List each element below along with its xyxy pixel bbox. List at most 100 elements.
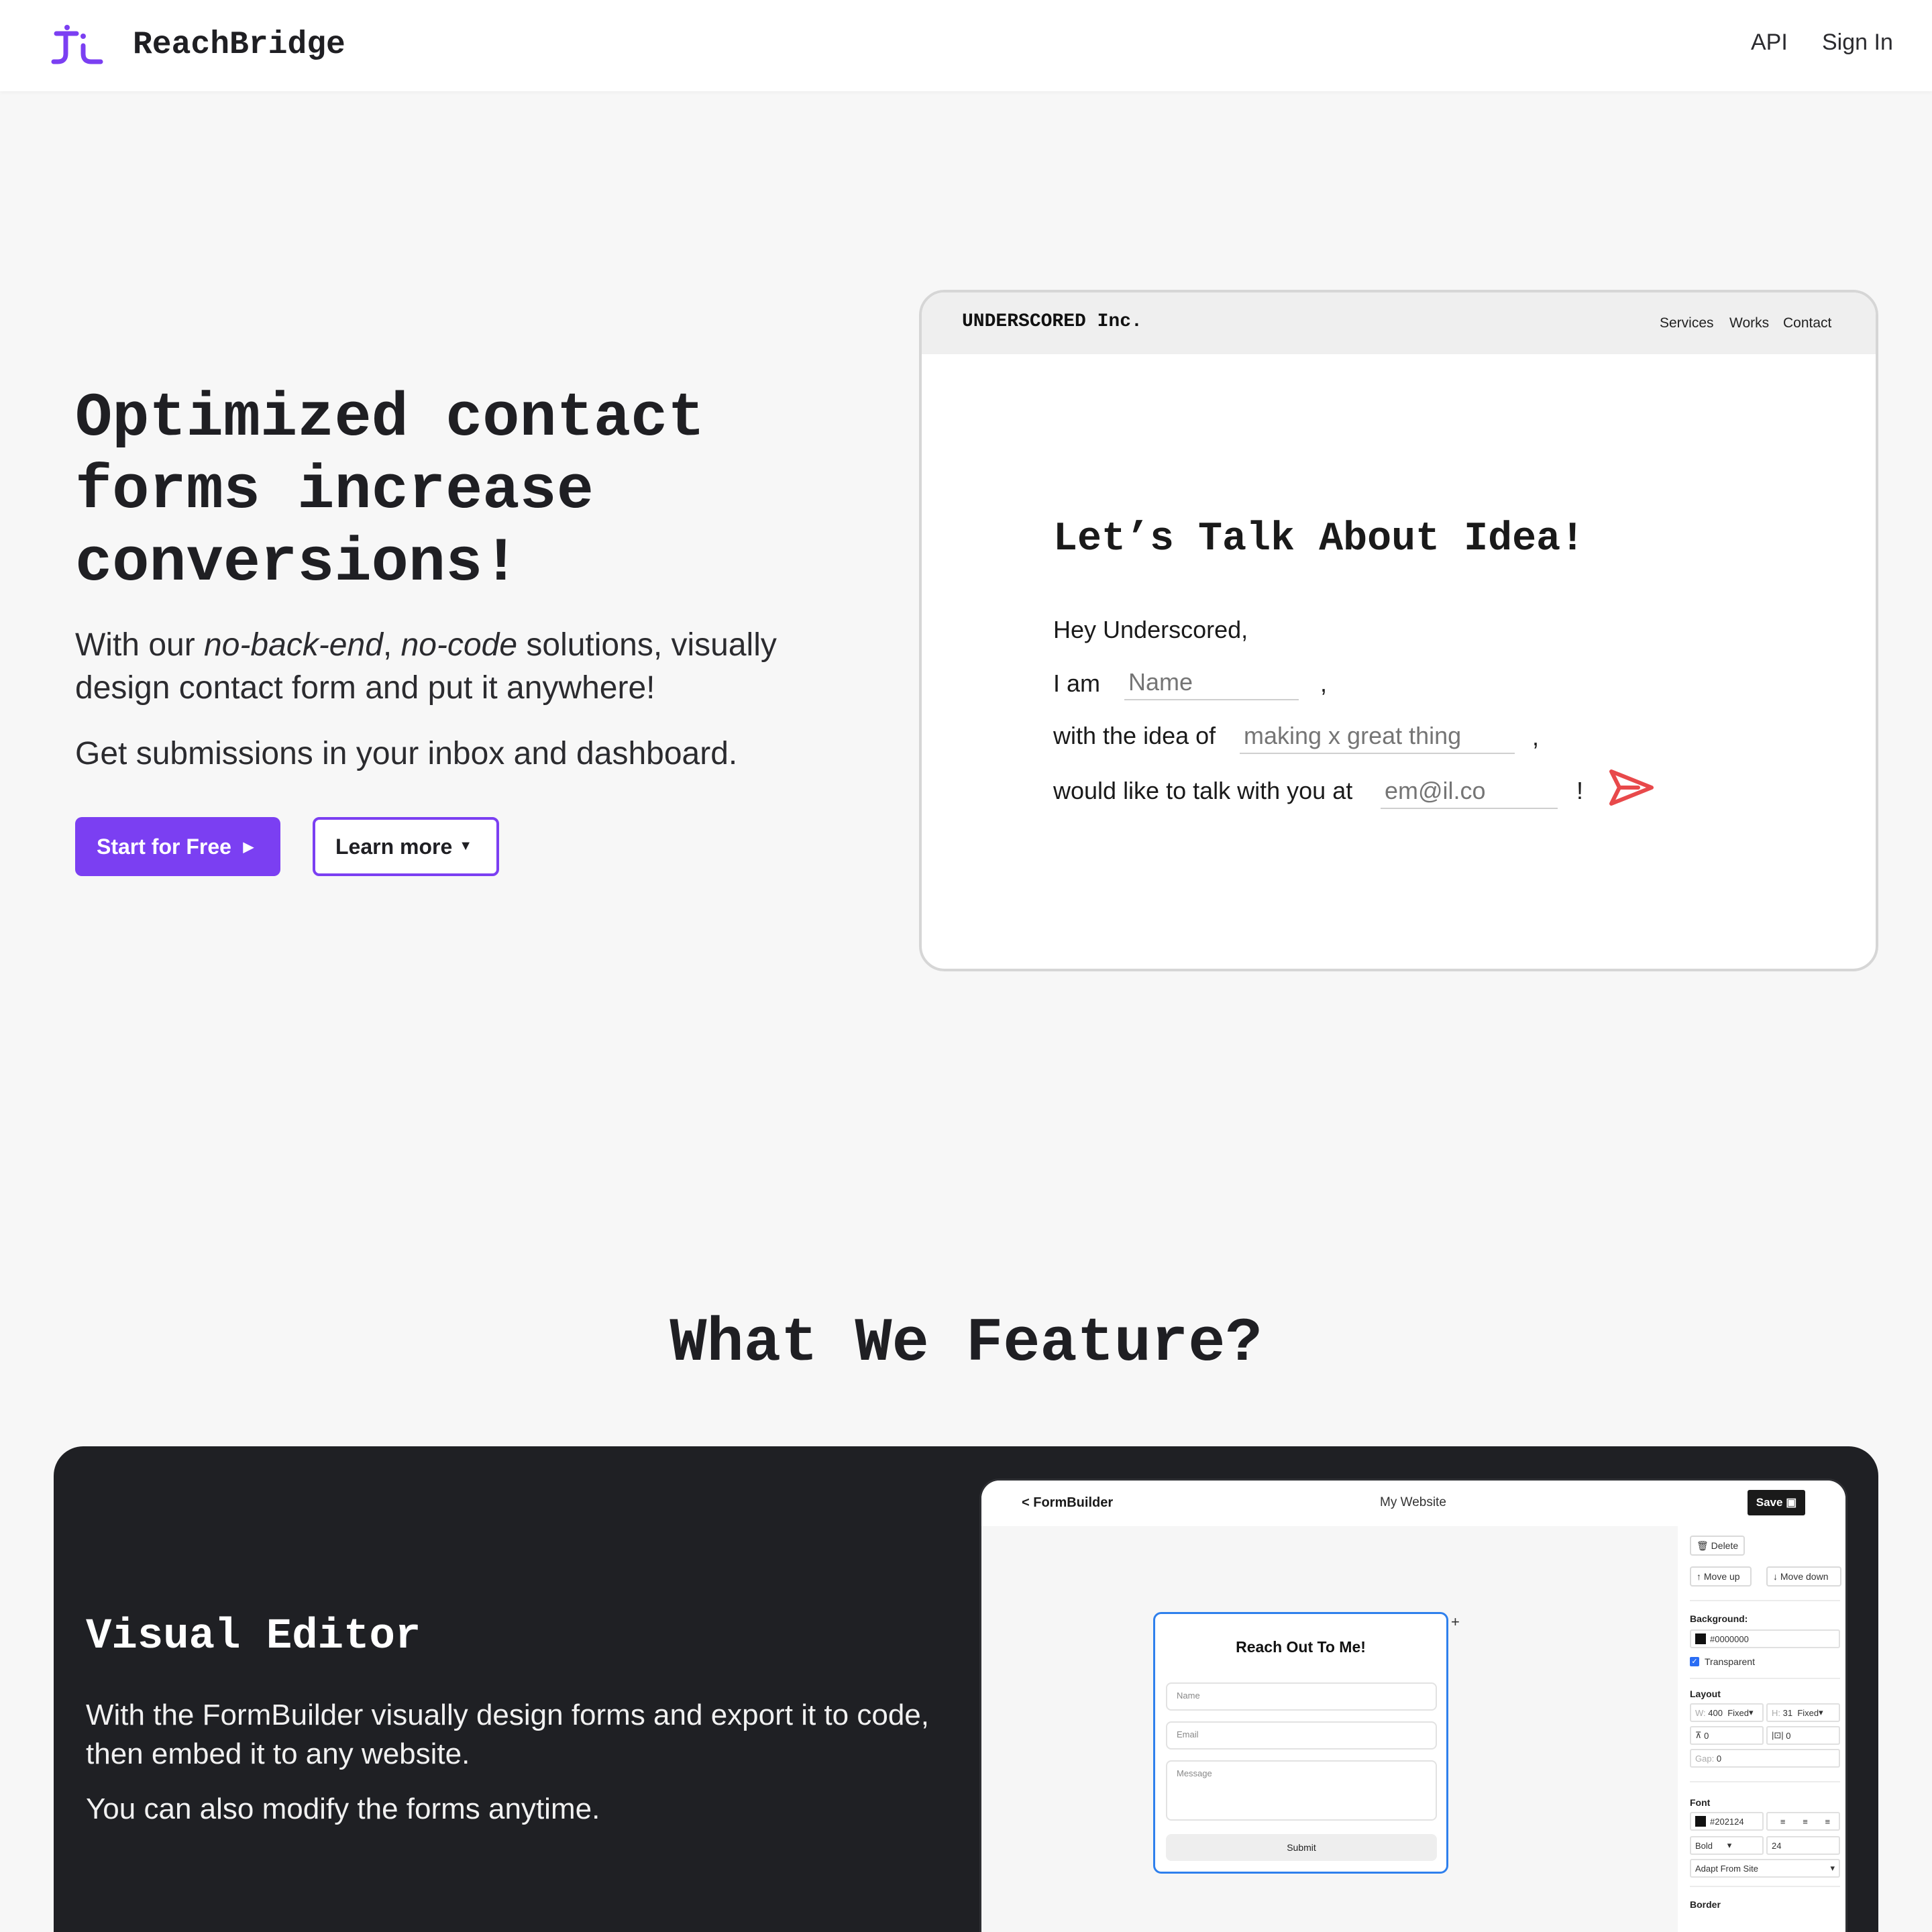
padding-vertical-icon: ⊼ <box>1695 1730 1702 1740</box>
panel-divider <box>1690 1600 1840 1601</box>
hero-title: Optimized contact forms increase convers… <box>75 382 847 600</box>
preview-line-exclamation: ! <box>1576 777 1584 804</box>
delete-label: Delete <box>1711 1540 1739 1551</box>
feature-description: With the FormBuilder visually design for… <box>86 1699 929 1770</box>
email-input[interactable] <box>1381 774 1558 809</box>
height-mode: Fixed <box>1797 1707 1819 1718</box>
font-color-field[interactable]: #202124 <box>1690 1812 1764 1831</box>
padding-vertical-value: 0 <box>1704 1730 1709 1741</box>
hero-subtitle-text: , <box>382 627 401 663</box>
formbuilder-back-link[interactable]: < FormBuilder <box>1022 1495 1113 1511</box>
form-name-field[interactable]: Name <box>1166 1682 1437 1711</box>
font-size-field[interactable]: 24 <box>1766 1836 1840 1855</box>
background-label: Background: <box>1690 1613 1748 1624</box>
add-element-icon[interactable]: + <box>1451 1613 1460 1631</box>
brand-name[interactable]: ReachBridge <box>133 27 345 63</box>
text-align-group[interactable]: ≡ ≡ ≡ <box>1766 1812 1840 1831</box>
move-up-label: Move up <box>1703 1571 1740 1582</box>
align-left-icon[interactable]: ≡ <box>1780 1817 1786 1827</box>
formbuilder-site-name: My Website <box>1380 1495 1446 1509</box>
hero-title-line: forms increase <box>75 455 594 526</box>
font-family-select[interactable]: Adapt From Site ▾ <box>1690 1859 1840 1878</box>
preview-line-comma: , <box>1532 723 1540 751</box>
learn-more-button[interactable]: Learn more ▼ <box>313 817 499 876</box>
height-value: 31 <box>1782 1707 1793 1718</box>
preview-nav-contact[interactable]: Contact <box>1783 315 1831 331</box>
hero-title-line: conversions! <box>75 528 520 598</box>
reachbridge-logo-icon[interactable] <box>50 24 105 67</box>
feature-title: Visual Editor <box>86 1613 421 1661</box>
width-mode: Fixed <box>1727 1707 1750 1718</box>
padding-horizontal-field[interactable]: |⊡| 0 <box>1766 1726 1840 1745</box>
preview-brand[interactable]: UNDERSCORED Inc. <box>962 311 1142 332</box>
save-label: Save <box>1756 1496 1783 1509</box>
align-right-icon[interactable]: ≡ <box>1825 1817 1831 1827</box>
font-size-value: 24 <box>1772 1840 1782 1851</box>
padding-horizontal-icon: |⊡| <box>1772 1730 1784 1740</box>
hero-subtitle-emphasis: no-back-end <box>204 627 383 663</box>
padding-vertical-field[interactable]: ⊼ 0 <box>1690 1726 1764 1745</box>
height-field[interactable]: H: 31 Fixed ▾ <box>1766 1703 1840 1722</box>
background-color-field[interactable]: #0000000 <box>1690 1629 1840 1648</box>
feature-description-secondary: You can also modify the forms anytime. <box>86 1792 600 1825</box>
preview-line-comma: , <box>1320 669 1328 697</box>
idea-input[interactable] <box>1240 719 1515 754</box>
move-up-button[interactable]: ↑ Move up <box>1690 1566 1752 1587</box>
preview-line-label: would like to talk with you at <box>1053 777 1353 804</box>
move-down-button[interactable]: ↓ Move down <box>1766 1566 1841 1587</box>
form-preview-card[interactable]: Reach Out To Me! Name Email Message Subm… <box>1153 1612 1448 1874</box>
start-for-free-label: Start for Free <box>97 834 231 859</box>
preview-header: UNDERSCORED Inc. Services Works Contact <box>922 292 1876 354</box>
trash-icon: 🗑 <box>1697 1540 1709 1551</box>
formbuilder-save-button[interactable]: Save ▣ <box>1748 1490 1805 1515</box>
color-swatch <box>1695 1816 1706 1827</box>
width-field[interactable]: W: 400 Fixed ▾ <box>1690 1703 1764 1722</box>
font-color-value: #202124 <box>1710 1816 1744 1827</box>
send-icon[interactable] <box>1607 767 1656 808</box>
name-input[interactable] <box>1124 665 1299 700</box>
preview-line-label: with the idea of <box>1053 722 1216 749</box>
nav-link-sign-in[interactable]: Sign In <box>1822 30 1893 56</box>
gap-field[interactable]: Gap: 0 <box>1690 1749 1840 1768</box>
delete-button[interactable]: 🗑 Delete <box>1690 1536 1745 1556</box>
arrow-down-icon: ↓ <box>1773 1571 1778 1582</box>
hero-subtitle-text: With our <box>75 627 205 663</box>
background-color-value: #0000000 <box>1710 1633 1749 1644</box>
formbuilder-topbar: < FormBuilder My Website Save ▣ <box>981 1481 1845 1526</box>
gap-value: 0 <box>1716 1753 1722 1764</box>
form-message-field[interactable]: Message <box>1166 1760 1437 1821</box>
feature-card-visual-editor: Visual Editor With the FormBuilder visua… <box>54 1446 1878 1932</box>
preview-nav-services[interactable]: Services <box>1660 315 1714 331</box>
gap-label: Gap: <box>1695 1753 1715 1764</box>
align-center-icon[interactable]: ≡ <box>1803 1817 1808 1827</box>
preview-heading: Let’s Talk About Idea! <box>1053 517 1585 562</box>
font-family-value: Adapt From Site <box>1695 1863 1758 1874</box>
save-icon: ▣ <box>1786 1496 1797 1509</box>
transparent-checkbox[interactable]: ✓ Transparent <box>1690 1656 1755 1667</box>
form-email-field[interactable]: Email <box>1166 1721 1437 1750</box>
properties-panel: 🗑 Delete ↑ Move up ↓ Move down Backgroun… <box>1678 1526 1845 1932</box>
contact-form-preview: UNDERSCORED Inc. Services Works Contact … <box>919 290 1878 971</box>
caret-right-icon: ▶ <box>243 840 254 855</box>
padding-horizontal-value: 0 <box>1786 1730 1791 1741</box>
form-submit-button[interactable]: Submit <box>1166 1834 1437 1861</box>
width-value: 400 <box>1708 1707 1723 1718</box>
panel-divider <box>1690 1781 1840 1782</box>
move-down-label: Move down <box>1780 1571 1829 1582</box>
layout-label: Layout <box>1690 1688 1721 1699</box>
learn-more-label: Learn more <box>335 834 453 859</box>
start-for-free-button[interactable]: Start for Free ▶ <box>75 817 280 876</box>
preview-nav-works[interactable]: Works <box>1729 315 1769 331</box>
nav-link-api[interactable]: API <box>1751 30 1788 56</box>
width-label: W: <box>1695 1707 1706 1718</box>
font-label: Font <box>1690 1797 1711 1808</box>
panel-divider <box>1690 1886 1840 1887</box>
font-weight-value: Bold <box>1695 1840 1713 1851</box>
hero-title-line: Optimized contact <box>75 383 705 453</box>
arrow-up-icon: ↑ <box>1697 1571 1701 1582</box>
features-section-title: What We Feature? <box>669 1308 1263 1379</box>
preview-greeting: Hey Underscored, <box>1053 616 1248 643</box>
font-weight-select[interactable]: Bold ▾ <box>1690 1836 1764 1855</box>
border-label: Border <box>1690 1899 1721 1910</box>
panel-divider <box>1690 1678 1840 1679</box>
